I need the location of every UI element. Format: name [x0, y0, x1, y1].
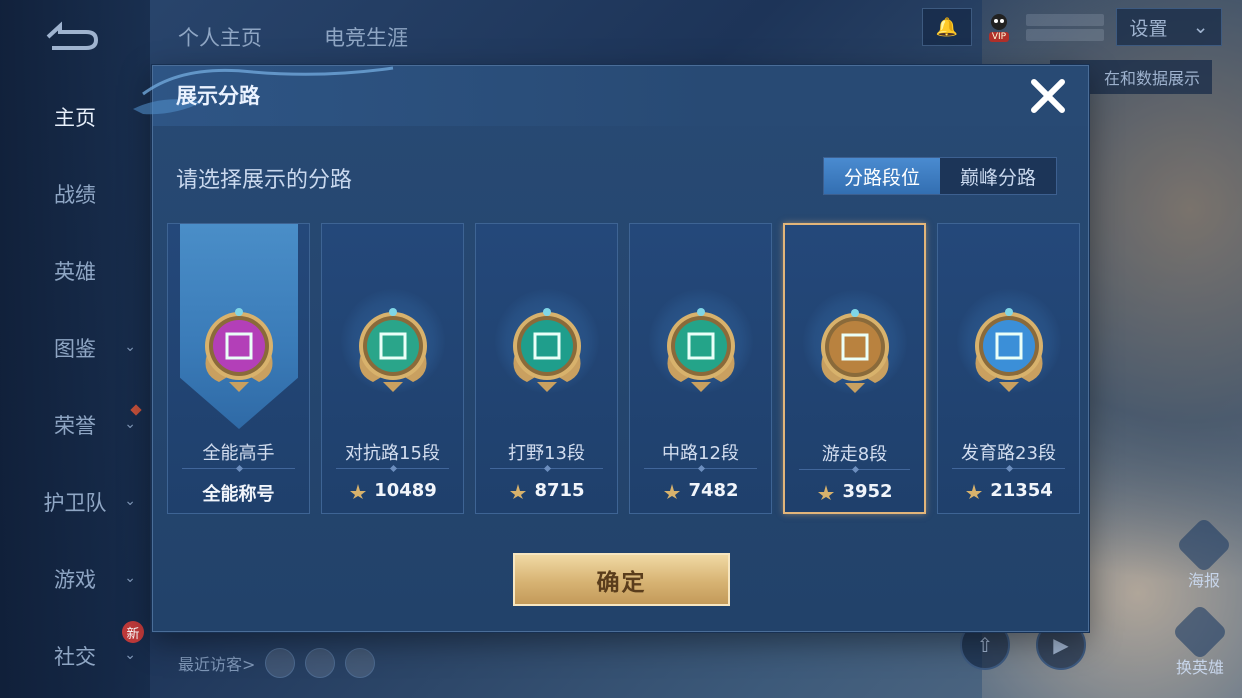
change-hero-icon [1171, 603, 1229, 661]
sidebar-item-label: 主页 [54, 105, 96, 130]
rank-star-icon [510, 483, 527, 499]
lane-card[interactable]: 全能高手 全能称号 [167, 223, 310, 514]
lane-card[interactable]: 对抗路15段 10489 [321, 223, 464, 514]
sidebar-item-label: 护卫队 [43, 490, 107, 515]
sidebar-item-label: 英雄 [54, 259, 96, 284]
visitor-avatar[interactable] [265, 648, 296, 678]
select-lane-prompt: 请选择展示的分路 [176, 168, 353, 193]
lane-score: 8715 [476, 480, 617, 501]
top-right-controls: 🔔 VIP 设置 ⌄ [922, 8, 1222, 46]
chevron-down-icon: ⌄ [1192, 16, 1209, 38]
visitor-avatar[interactable] [305, 648, 336, 678]
rank-star-icon [966, 483, 983, 499]
farm-lane-emblem-icon [974, 308, 1043, 392]
tab-esports-career[interactable]: 电竞生涯 [324, 22, 408, 52]
lane-score-value: 7482 [688, 480, 739, 501]
rank-star-icon [664, 483, 681, 499]
sidebar-item[interactable]: 图鉴 ⌄ [0, 309, 150, 386]
sidebar-item[interactable]: 游戏 ⌄ [0, 540, 150, 617]
jungle-emblem-icon [512, 308, 581, 392]
divider [799, 469, 910, 470]
sidebar-item-label: 社交 [54, 644, 96, 669]
sidebar-item[interactable]: 英雄 [0, 232, 150, 309]
lane-card[interactable]: 打野13段 8715 [475, 223, 618, 514]
sidebar-item[interactable]: 荣誉 ⌄ [0, 386, 150, 463]
sidebar-item[interactable]: 战绩 [0, 155, 150, 232]
clash-lane-emblem-icon [358, 308, 427, 392]
bird-icon [991, 14, 1007, 30]
dialog-title: 展示分路 [176, 84, 260, 108]
divider [952, 468, 1065, 469]
lane-score: 10489 [322, 480, 463, 501]
visitor-avatar[interactable] [345, 648, 376, 678]
sidebar-nav: 主页战绩英雄图鉴 ⌄ 荣誉 ⌄ 护卫队 ⌄ 游戏 ⌄ 社交 ⌄ 新 [0, 78, 150, 694]
lane-score-value: 全能称号 [202, 484, 275, 505]
lane-score: 7482 [630, 480, 771, 501]
notification-bell-icon[interactable]: 🔔 [922, 8, 972, 46]
lane-score-value: 21354 [990, 480, 1053, 501]
settings-label: 设置 [1129, 17, 1168, 40]
lane-rank-label: 中路12段 [662, 443, 739, 464]
all-round-emblem-icon [204, 308, 273, 392]
change-hero-button[interactable]: 换英雄 [1171, 603, 1229, 678]
back-arrow-icon[interactable] [38, 20, 102, 54]
confirm-button[interactable]: 确定 [513, 553, 730, 606]
lane-rank-label: 发育路23段 [961, 443, 1056, 464]
divider [490, 468, 603, 469]
lane-score-value: 8715 [534, 480, 585, 501]
chevron-down-icon: ⌄ [124, 339, 136, 355]
chevron-down-icon: ⌄ [124, 647, 136, 663]
sidebar-item[interactable]: 护卫队 ⌄ [0, 463, 150, 540]
visitors-label: 最近访客> [178, 655, 256, 674]
lane-rank-label: 全能高手 [202, 443, 275, 464]
lane-rank-label: 对抗路15段 [345, 443, 440, 464]
close-icon[interactable] [1026, 74, 1070, 118]
sidebar-item-label: 荣誉 [54, 413, 96, 438]
lane-score: 3952 [785, 481, 924, 502]
vip-info [1026, 9, 1104, 45]
sidebar-item-label: 游戏 [54, 567, 96, 592]
divider [644, 468, 757, 469]
lane-score-value: 10489 [374, 480, 437, 501]
divider [336, 468, 449, 469]
sidebar-item-label: 战绩 [54, 182, 96, 207]
chevron-down-icon: ⌄ [124, 570, 136, 586]
settings-button[interactable]: 设置 ⌄ [1116, 8, 1222, 46]
sidebar-item[interactable]: 社交 ⌄ 新 [0, 617, 150, 694]
lane-score-value: 3952 [842, 481, 893, 502]
lane-card[interactable]: 发育路23段 21354 [937, 223, 1080, 514]
lane-card[interactable]: 中路12段 7482 [629, 223, 772, 514]
tab-personal-home[interactable]: 个人主页 [178, 22, 262, 52]
chevron-down-icon: ⌄ [124, 416, 136, 432]
tab-peak-lane[interactable]: 巅峰分路 [940, 158, 1056, 194]
lane-score: 21354 [938, 480, 1079, 501]
lane-score: 全能称号 [168, 480, 309, 506]
lane-rank-label: 打野13段 [508, 443, 585, 464]
chevron-down-icon: ⌄ [124, 493, 136, 509]
poster-button[interactable]: 海报 [1175, 516, 1233, 591]
vip-avatar[interactable]: VIP [984, 9, 1014, 45]
rank-star-icon [350, 483, 367, 499]
rank-star-icon [818, 484, 835, 500]
lane-card[interactable]: 游走8段 3952 [783, 223, 926, 514]
notification-dot [130, 404, 142, 416]
new-badge: 新 [122, 621, 144, 643]
vip-badge: VIP [988, 32, 1010, 42]
recent-visitors[interactable]: 最近访客> [178, 648, 376, 678]
tab-lane-rank[interactable]: 分路段位 [824, 158, 940, 194]
cloud-swirl-decoration [133, 66, 394, 115]
roam-emblem-icon [820, 309, 889, 393]
lane-rank-label: 游走8段 [821, 444, 888, 465]
divider [182, 468, 295, 469]
display-mode-toggle: 分路段位 巅峰分路 [823, 157, 1057, 195]
change-hero-label: 换英雄 [1175, 658, 1224, 677]
lane-display-dialog: 展示分路 请选择展示的分路 分路段位 巅峰分路 全能高手 全能称号 对抗路15段 10… [133, 65, 1089, 632]
poster-icon [1175, 516, 1233, 574]
poster-label: 海报 [1187, 571, 1220, 590]
top-tabs: 个人主页 电竞生涯 [178, 22, 408, 52]
sidebar-item-label: 图鉴 [54, 336, 96, 361]
lane-card-list: 全能高手 全能称号 对抗路15段 10489 打野13段 8715 中路12段 7482 游走8… [167, 223, 1080, 514]
mid-lane-emblem-icon [666, 308, 735, 392]
